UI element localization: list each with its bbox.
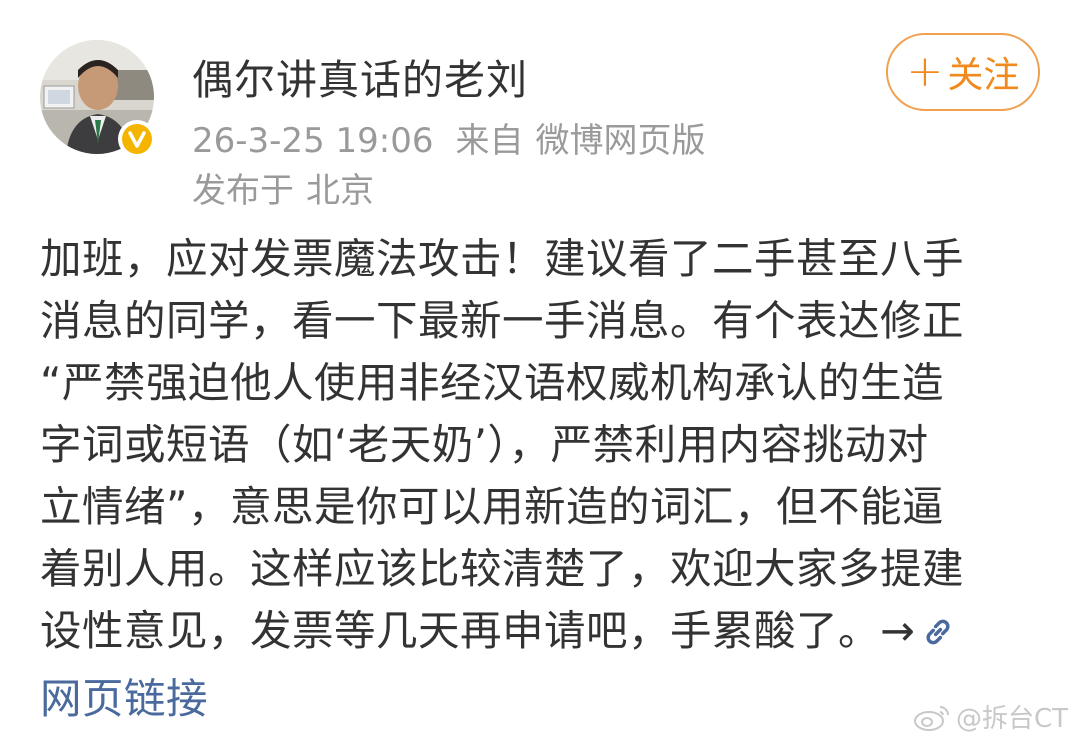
location-prefix: 发布于 [192, 171, 294, 211]
avatar-container[interactable] [40, 40, 156, 158]
weibo-post-page: 偶尔讲真话的老刘 26-3-25 19:06 来自 微博网页版 发布于 北京 + 关注… [0, 0, 1080, 741]
post-meta: 26-3-25 19:06 来自 微博网页版 [192, 113, 706, 162]
post-text-line: 着别人用。这样应该比较清楚了，欢迎大家多提建 [40, 544, 965, 593]
follow-label: 关注 [947, 55, 1020, 96]
plus-icon: + [906, 46, 944, 97]
post-location: 发布于 北京 [192, 163, 374, 212]
post-text-line: 立情绪”，意思是你可以用新造的词汇，但不能逼 [40, 482, 945, 531]
post-body: 加班，应对发票魔法攻击！建议看了二手甚至八手 消息的同学，看一下最新一手消息。有… [40, 228, 1040, 730]
follow-button[interactable]: + 关注 [886, 33, 1040, 111]
post-text-line: 消息的同学，看一下最新一手消息。有个表达修正 [40, 296, 965, 345]
source-name[interactable]: 微博网页版 [536, 121, 706, 161]
post-text-line: 设性意见，发票等几天再申请吧，手累酸了。→ [40, 606, 916, 655]
link-icon[interactable] [919, 606, 957, 668]
post-text-last-line: 设性意见，发票等几天再申请吧，手累酸了。→ [40, 600, 1040, 668]
user-name[interactable]: 偶尔讲真话的老刘 [192, 46, 528, 106]
web-link[interactable]: 网页链接 [40, 668, 1040, 730]
watermark-text: @拆台CT [955, 704, 1068, 734]
post-text-line: “严禁强迫他人使用非经汉语权威机构承认的生造 [40, 358, 945, 407]
post-timestamp: 26-3-25 19:06 [192, 121, 434, 161]
watermark: @拆台CT [912, 698, 1068, 735]
verified-icon [122, 124, 152, 154]
post-text-line: 加班，应对发票魔法攻击！建议看了二手甚至八手 [40, 234, 965, 283]
chain-link-icon [926, 619, 950, 645]
weibo-logo-icon [913, 705, 949, 731]
source-prefix: 来自 [455, 121, 524, 161]
location-name: 北京 [306, 171, 374, 211]
verified-badge [118, 120, 156, 158]
post-text-line: 字词或短语（如‘老天奶’），严禁利用内容挑动对 [40, 420, 929, 469]
